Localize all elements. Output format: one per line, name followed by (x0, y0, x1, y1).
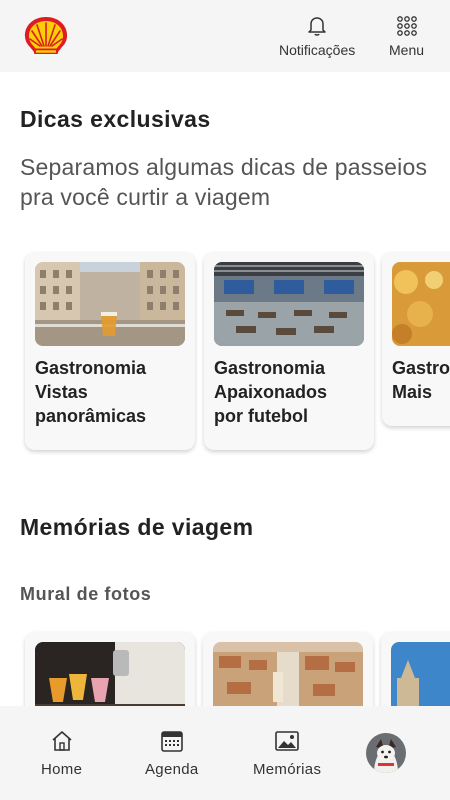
image-gallery-icon (274, 728, 300, 754)
sports-bar-interior-image (214, 262, 364, 346)
notifications-button[interactable]: Notificações (279, 14, 355, 58)
nav-memories-label: Memórias (253, 761, 322, 778)
photo-card[interactable] (203, 632, 373, 706)
main-content[interactable]: Dicas exclusivas Separamos algumas dicas… (0, 72, 450, 706)
shell-logo-icon[interactable] (22, 14, 70, 58)
photo-wall-carousel[interactable] (0, 630, 450, 706)
bell-icon (305, 14, 329, 38)
cathedral-sky-photo (391, 642, 450, 706)
home-icon (49, 728, 75, 754)
tip-card-title: Gastronomia Apaixonados por futebol (214, 358, 328, 426)
profile-avatar[interactable] (366, 733, 406, 773)
nav-agenda[interactable]: Agenda (145, 728, 199, 778)
rooftop-city-view-image (35, 262, 185, 346)
notifications-label: Notificações (279, 42, 356, 58)
dessert-platter-image (392, 262, 450, 346)
memories-section-title: Memórias de viagem (20, 514, 254, 540)
calendar-icon (159, 728, 185, 754)
tips-carousel[interactable]: Gastronomia Vistas panorâmicas Gastronom… (0, 250, 450, 460)
nav-home[interactable]: Home (41, 728, 82, 778)
photo-card[interactable] (25, 632, 195, 706)
tips-subtitle: Separamos algumas dicas de passeios pra … (20, 154, 428, 210)
tip-card-title: Gastronomia Vistas panorâmicas (35, 358, 147, 426)
nav-home-label: Home (41, 761, 83, 778)
city-aerial-photo (213, 642, 363, 706)
nav-memories[interactable]: Memórias (253, 728, 321, 778)
grid-menu-icon (395, 14, 419, 38)
menu-button[interactable]: Menu (389, 14, 424, 58)
photo-card[interactable] (381, 632, 450, 706)
photo-wall-title: Mural de fotos (20, 584, 152, 604)
tip-card[interactable]: Gastronomia Mais (382, 252, 450, 426)
top-bar: Notificações Menu (0, 0, 450, 72)
tips-section-title: Dicas exclusivas (20, 106, 211, 132)
tip-card[interactable]: Gastronomia Apaixonados por futebol (204, 252, 374, 450)
tip-card[interactable]: Gastronomia Vistas panorâmicas (25, 252, 195, 450)
cocktail-bar-photo (35, 642, 185, 706)
bottom-navigation: Home Agenda Memórias (0, 706, 450, 800)
nav-agenda-label: Agenda (145, 761, 199, 778)
menu-label: Menu (389, 42, 425, 58)
tip-card-title: Gastronomia Mais (392, 358, 450, 402)
